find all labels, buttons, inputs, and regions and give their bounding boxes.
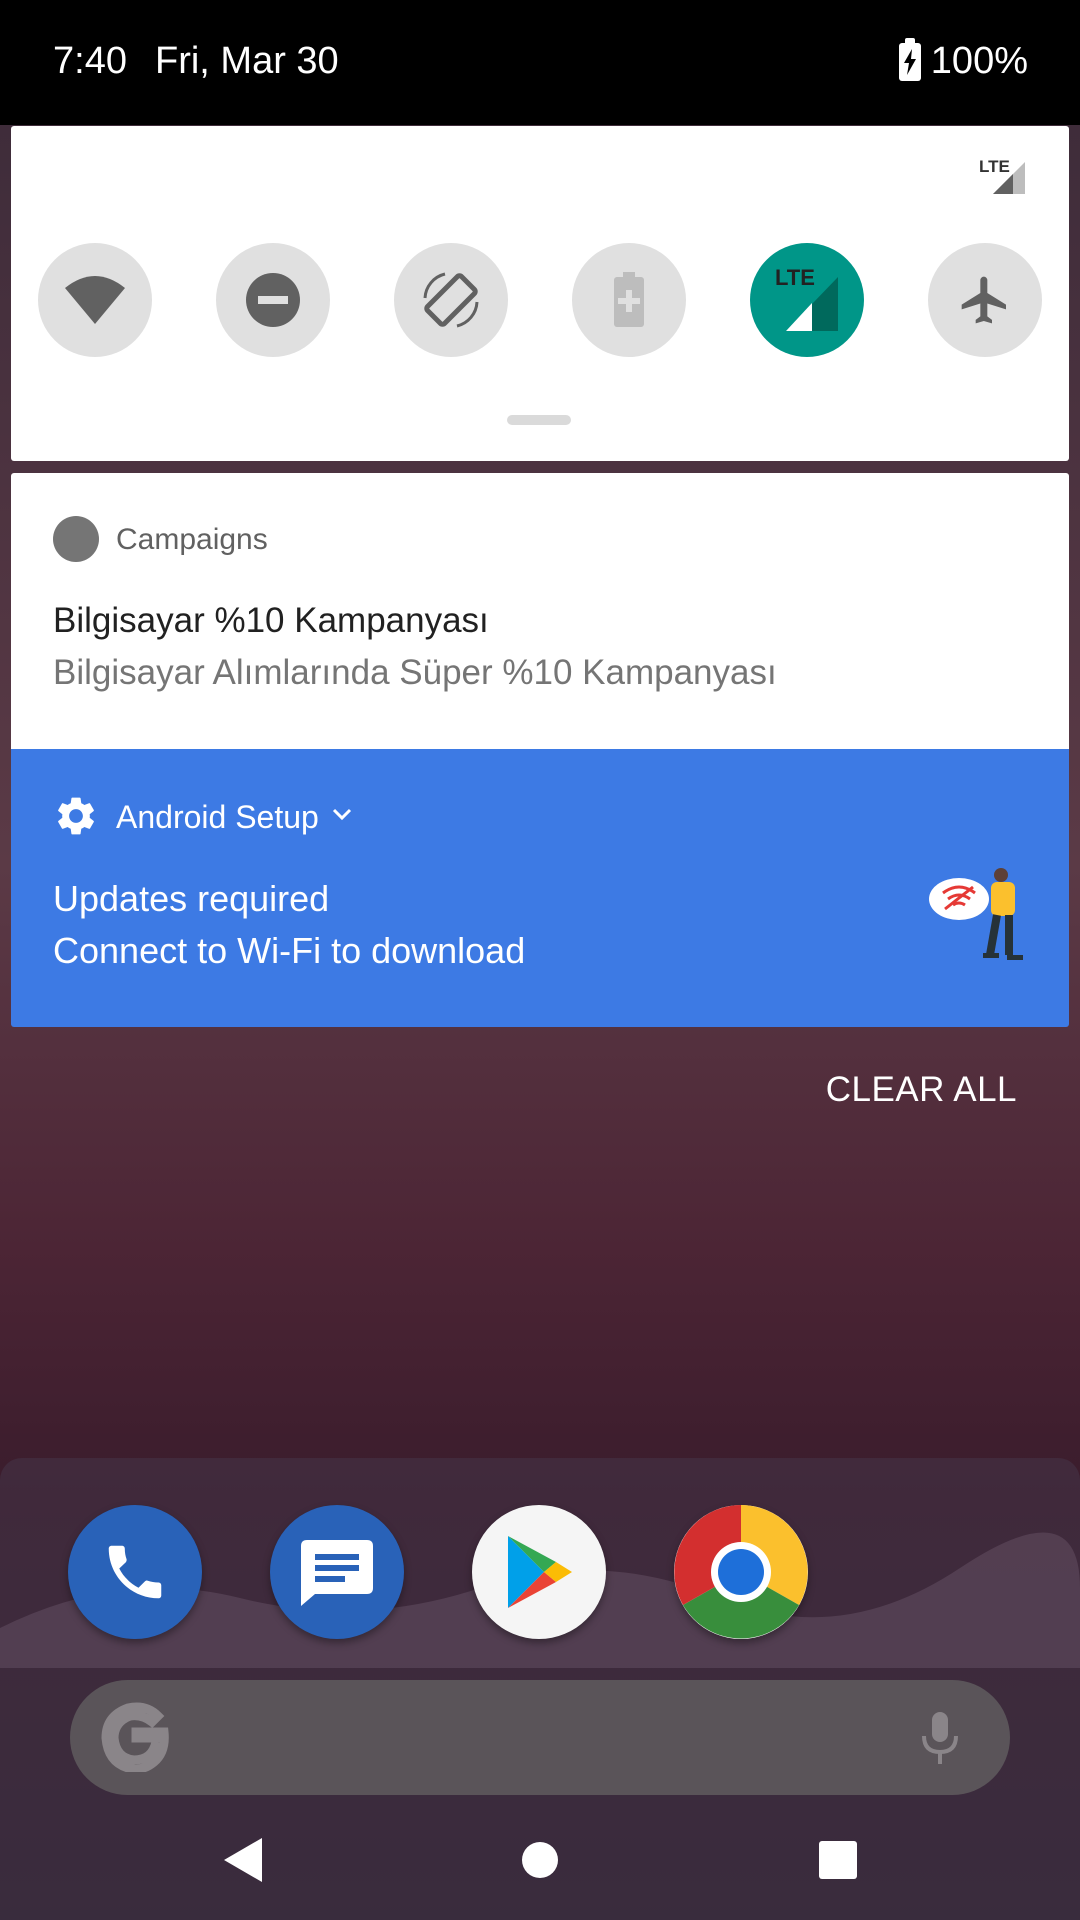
battery-saver-icon bbox=[614, 272, 644, 327]
recents-icon bbox=[819, 1841, 857, 1879]
airplane-mode-icon bbox=[961, 276, 1006, 324]
back-icon bbox=[224, 1838, 262, 1882]
notification-text: Bilgisayar Alımlarında Süper %10 Kampany… bbox=[53, 653, 777, 692]
auto-rotate-icon bbox=[423, 272, 479, 328]
notification-title: Bilgisayar %10 Kampanyası bbox=[53, 601, 489, 640]
messages-app[interactable] bbox=[270, 1505, 404, 1639]
navigation-bar bbox=[0, 1800, 1080, 1920]
back-button[interactable] bbox=[182, 1800, 302, 1920]
recents-button[interactable] bbox=[778, 1800, 898, 1920]
do-not-disturb-tile[interactable] bbox=[216, 243, 330, 357]
chrome-app[interactable] bbox=[674, 1505, 808, 1639]
notification-title: Updates required bbox=[53, 878, 330, 919]
phone-icon bbox=[108, 1545, 162, 1599]
auto-rotate-tile[interactable] bbox=[394, 243, 508, 357]
cell-signal-icon: LTE bbox=[979, 156, 1029, 203]
home-button[interactable] bbox=[480, 1800, 600, 1920]
battery-status: 100% bbox=[898, 37, 1028, 83]
app-icon bbox=[53, 516, 99, 562]
microphone-icon[interactable] bbox=[920, 1710, 960, 1766]
google-g-icon bbox=[101, 1702, 169, 1772]
battery-percentage: 100% bbox=[930, 40, 1028, 82]
mobile-data-label: LTE bbox=[775, 265, 815, 290]
mobile-data-icon: LTE bbox=[775, 265, 838, 331]
status-bar: 7:40 Fri, Mar 30 100% bbox=[0, 0, 1080, 125]
chrome-icon bbox=[674, 1505, 808, 1639]
phone-app[interactable] bbox=[68, 1505, 202, 1639]
play-store-app[interactable] bbox=[472, 1505, 606, 1639]
date: Fri, Mar 30 bbox=[155, 40, 339, 82]
wifi-icon bbox=[65, 276, 125, 324]
notification-text: Connect to Wi-Fi to download bbox=[53, 930, 526, 971]
messages-icon bbox=[301, 1540, 373, 1606]
notification-campaigns[interactable]: Campaigns Bilgisayar %10 Kampanyası Bilg… bbox=[11, 473, 1069, 749]
airplane-mode-tile[interactable] bbox=[928, 243, 1042, 357]
google-search-bar[interactable] bbox=[70, 1680, 1010, 1795]
notification-app-name: Campaigns bbox=[116, 523, 268, 556]
notification-app-name: Android Setup bbox=[116, 799, 319, 835]
quick-settings-panel: LTE LTE bbox=[11, 126, 1069, 461]
wifi-tile[interactable] bbox=[38, 243, 152, 357]
do-not-disturb-icon bbox=[246, 273, 300, 327]
battery-charging-icon bbox=[898, 37, 921, 81]
clear-all-button[interactable]: CLEAR ALL bbox=[826, 1070, 1017, 1110]
expand-handle[interactable] bbox=[507, 415, 571, 425]
clock: 7:40 bbox=[53, 40, 127, 82]
mobile-data-tile[interactable]: LTE bbox=[750, 243, 864, 357]
notification-android-setup[interactable]: Android Setup Updates required Connect t… bbox=[11, 749, 1069, 1027]
home-icon bbox=[522, 1842, 558, 1878]
battery-saver-tile[interactable] bbox=[572, 243, 686, 357]
play-store-icon bbox=[508, 1536, 572, 1608]
signal-type-label: LTE bbox=[979, 157, 1010, 176]
wifi-setup-illustration bbox=[929, 868, 1023, 960]
gear-icon bbox=[58, 797, 94, 835]
chevron-down-icon[interactable] bbox=[331, 807, 353, 823]
